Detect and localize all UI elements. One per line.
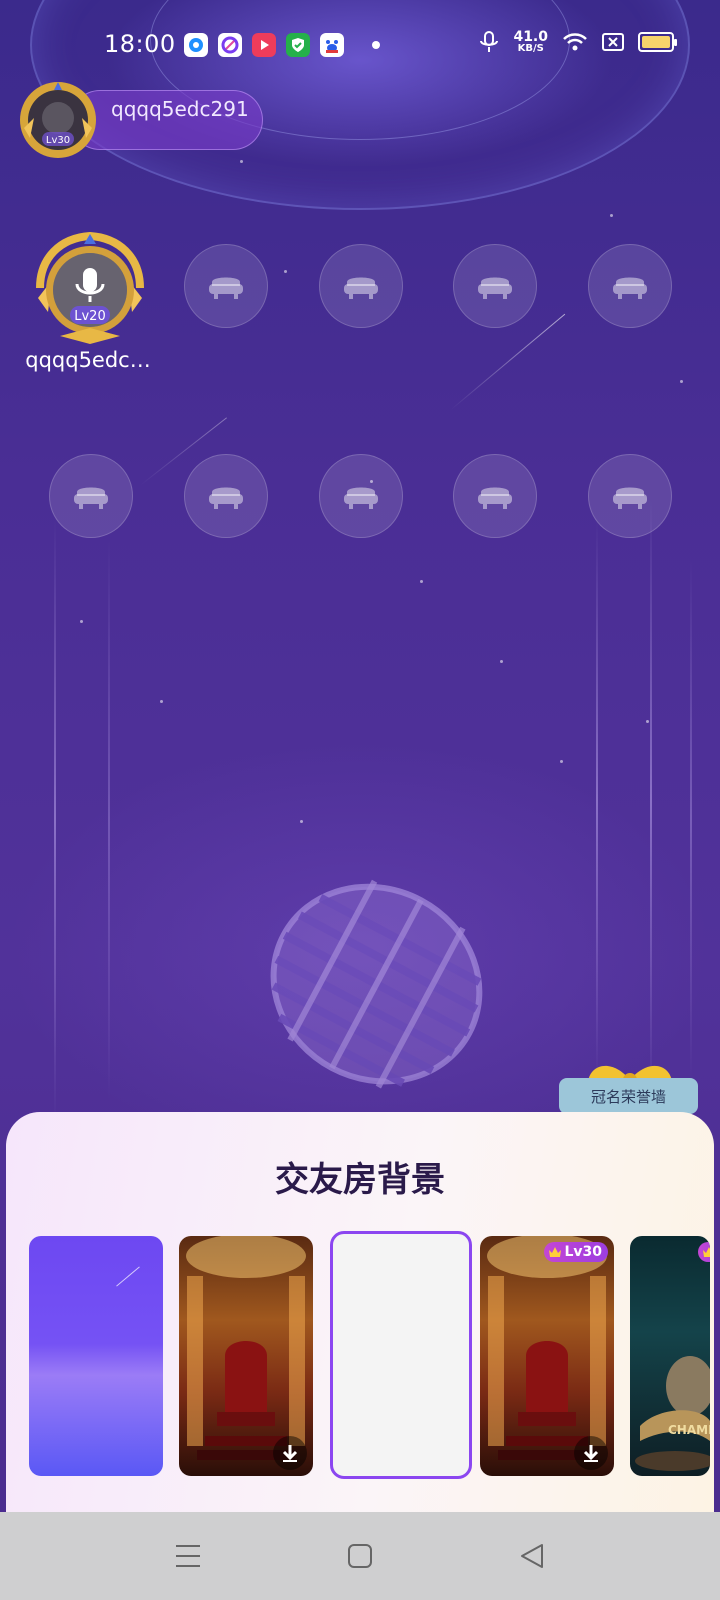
empty-seat[interactable] [49, 454, 133, 538]
circle-app-icon [184, 33, 208, 57]
shooting-star [449, 313, 566, 411]
sofa-icon [478, 487, 512, 509]
empty-seat[interactable] [453, 244, 537, 328]
sofa-icon [209, 277, 243, 299]
light-beam [108, 540, 110, 1100]
sofa-icon [344, 277, 378, 299]
background-card-list[interactable]: Lv30 CHAMPI [29, 1231, 714, 1479]
host-seat[interactable]: Lv20 [30, 228, 150, 348]
star [240, 160, 243, 163]
battery-icon [638, 32, 677, 52]
back-icon[interactable] [520, 1543, 544, 1569]
background-card-champion[interactable]: CHAMPI [630, 1236, 710, 1476]
star [284, 270, 287, 273]
background-card-blank-selected[interactable] [330, 1231, 472, 1479]
star [560, 760, 563, 763]
level-badge-label: Lv30 [564, 1244, 602, 1260]
background-card-golden-throne[interactable] [179, 1236, 313, 1476]
host-seat-name: qqqq5edc… [25, 348, 151, 372]
shield-app-icon [286, 33, 310, 57]
empty-seat[interactable] [319, 454, 403, 538]
microphone-illustration [270, 879, 483, 1089]
light-beam [690, 560, 692, 1080]
system-nav-bar [0, 1512, 720, 1600]
download-button[interactable] [273, 1436, 307, 1470]
notification-dot [372, 41, 380, 49]
sofa-icon [74, 487, 108, 509]
owner-avatar[interactable]: Lv30 [16, 78, 100, 162]
star [300, 820, 303, 823]
level-badge: Lv30 [544, 1242, 608, 1262]
star [420, 580, 423, 583]
star [160, 700, 163, 703]
home-icon[interactable] [348, 1544, 372, 1568]
clock: 18:00 [104, 30, 176, 58]
owner-level: Lv30 [46, 135, 70, 146]
empty-seat[interactable] [184, 454, 268, 538]
host-level: Lv20 [74, 309, 105, 324]
champion-mic-illustration: CHAMPI [635, 1356, 710, 1471]
empty-seat[interactable] [588, 454, 672, 538]
network-speed: 41.0 KB/S [513, 30, 548, 54]
star [610, 214, 613, 217]
download-icon [282, 1445, 298, 1462]
menu-icon[interactable] [175, 1544, 201, 1568]
battery-level [642, 36, 670, 48]
wifi-icon [563, 33, 587, 51]
sofa-icon [209, 487, 243, 509]
sofa-icon [613, 277, 647, 299]
star [80, 620, 83, 623]
honor-wall-button[interactable]: 冠名荣誉墙 [559, 1078, 698, 1114]
sofa-icon [613, 487, 647, 509]
video-app-icon [252, 33, 276, 57]
sheet-title: 交友房背景 [275, 1160, 445, 1200]
champion-text: CHAMPI [668, 1423, 710, 1437]
network-speed-value: 41.0 [513, 29, 548, 45]
status-bar: 18:00 41.0 KB/S [0, 0, 720, 90]
microphone-indicator-icon [480, 31, 499, 52]
baidu-app-icon [320, 33, 344, 57]
star [500, 660, 503, 663]
sofa-icon [344, 487, 378, 509]
background-card-purple-galaxy[interactable] [29, 1236, 163, 1476]
download-icon [583, 1445, 599, 1462]
shooting-star [116, 1266, 140, 1287]
download-button[interactable] [574, 1436, 608, 1470]
notification-icons [184, 33, 344, 57]
room-owner-name: qqqq5edc291 [111, 97, 249, 121]
light-beam [54, 520, 56, 1120]
system-indicators: 41.0 KB/S [479, 30, 677, 54]
empty-seat[interactable] [319, 244, 403, 328]
sofa-icon [478, 277, 512, 299]
empty-seat[interactable] [453, 454, 537, 538]
background-picker-sheet: 交友房背景 Lv30 CHAM [6, 1112, 714, 1512]
star [680, 380, 683, 383]
light-beam [650, 500, 652, 1100]
empty-seat[interactable] [184, 244, 268, 328]
background-card-golden-throne-lv30[interactable]: Lv30 [480, 1236, 614, 1476]
light-beam [596, 520, 598, 1080]
crown-icon [549, 1247, 562, 1257]
empty-seat[interactable] [588, 244, 672, 328]
honor-wall-label: 冠名荣誉墙 [590, 1087, 666, 1106]
crown-icon [703, 1247, 710, 1257]
star [646, 720, 649, 723]
no-sim-icon [602, 33, 624, 51]
ring-app-icon [218, 33, 242, 57]
network-speed-unit: KB/S [517, 43, 544, 54]
